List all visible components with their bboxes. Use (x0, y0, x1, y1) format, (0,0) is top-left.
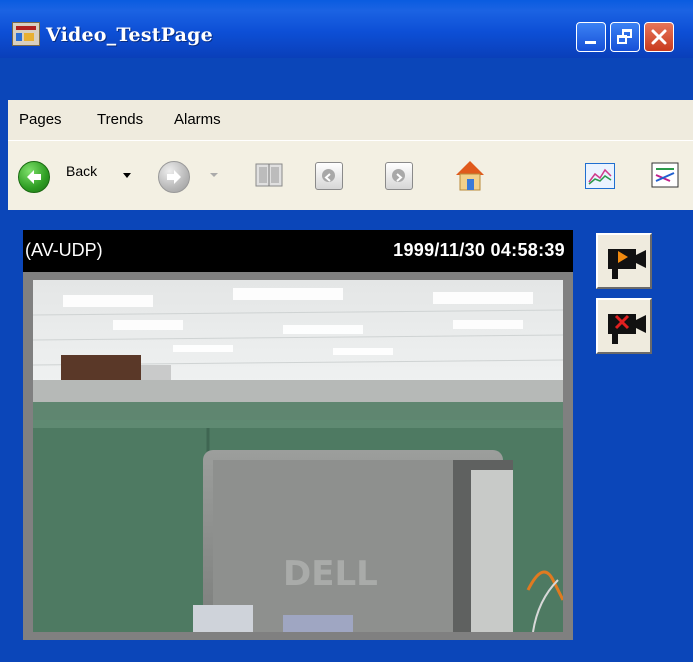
forward-dropdown-icon[interactable] (210, 173, 218, 177)
trend-config-button[interactable] (650, 161, 680, 193)
video-protocol-label: (AV-UDP) (25, 240, 103, 260)
menu-bar: Pages Trends Alarms (8, 100, 693, 140)
close-button[interactable] (644, 22, 674, 52)
menu-alarms[interactable]: Alarms (174, 111, 221, 128)
video-timestamp: 1999/11/30 04:58:39 (393, 240, 565, 260)
book-icon (255, 163, 283, 187)
monitor-brand-text: DELL (283, 554, 378, 594)
camera-play-button[interactable] (596, 233, 652, 289)
forward-arrow-icon (167, 170, 181, 184)
window-title: Video_TestPage (46, 24, 213, 46)
minimize-icon (585, 41, 596, 44)
back-dropdown-icon[interactable] (123, 173, 131, 178)
camera-stop-button[interactable] (596, 298, 652, 354)
title-bar[interactable]: Video_TestPage (0, 0, 693, 58)
next-page-button[interactable] (385, 162, 413, 190)
prev-page-button[interactable] (315, 162, 343, 190)
video-header: (AV-UDP) 1999/11/30 04:58:39 (23, 230, 573, 272)
app-window-icon (12, 22, 40, 46)
prev-page-icon (322, 169, 335, 182)
camera-stop-icon (608, 314, 646, 344)
forward-button[interactable] (158, 161, 190, 193)
camera-play-icon (608, 249, 646, 279)
app-window: Video_TestPage Pages Trends Alarms Back (0, 0, 693, 662)
trend-config-icon (651, 162, 679, 188)
trend-chart-icon (588, 168, 612, 185)
next-page-icon (392, 169, 405, 182)
minimize-button[interactable] (576, 22, 606, 52)
close-icon (651, 29, 667, 45)
pages-book-button[interactable] (253, 159, 285, 195)
trend-chart-button[interactable] (585, 163, 615, 189)
video-feed[interactable]: DELL (33, 280, 563, 632)
video-panel: (AV-UDP) 1999/11/30 04:58:39 DELL (23, 230, 573, 640)
back-label: Back (66, 163, 98, 179)
video-image: DELL (33, 280, 563, 632)
back-arrow-icon (18, 161, 50, 193)
home-icon (456, 161, 484, 191)
home-button[interactable] (452, 157, 488, 197)
restore-button[interactable] (610, 22, 640, 52)
menu-pages[interactable]: Pages (19, 111, 62, 128)
menu-trends[interactable]: Trends (97, 111, 143, 128)
toolbar: Back (8, 140, 693, 210)
